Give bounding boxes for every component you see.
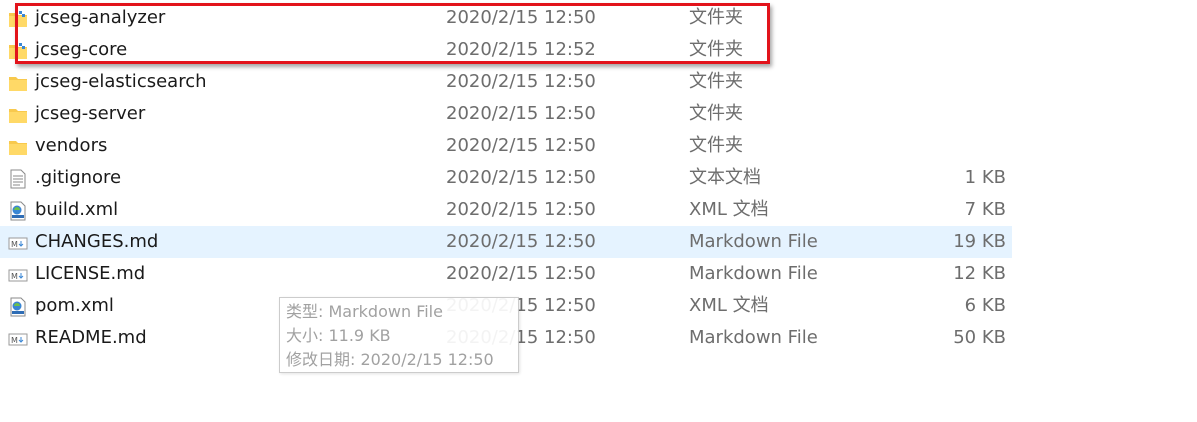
file-size: 19 KB	[953, 231, 1006, 252]
file-name: CHANGES.md	[35, 231, 159, 252]
file-type: Markdown File	[689, 231, 818, 252]
file-size: 12 KB	[953, 263, 1006, 284]
folder-icon	[8, 136, 28, 156]
folder-icon	[8, 8, 28, 28]
folder-icon	[8, 104, 28, 124]
file-row-build-xml[interactable]: build.xml 2020/2/15 12:50 XML 文档 7 KB	[0, 194, 1012, 226]
xml-file-icon	[8, 296, 28, 317]
file-row-jcseg-core[interactable]: jcseg-core 2020/2/15 12:52 文件夹	[0, 34, 1012, 66]
file-info-tooltip: 类型: Markdown File 大小: 11.9 KB 修改日期: 2020…	[279, 297, 519, 373]
svg-text:M: M	[11, 240, 18, 249]
file-type: 文件夹	[689, 71, 743, 92]
file-size: 7 KB	[964, 199, 1006, 220]
file-date: 2020/2/15 12:50	[446, 135, 596, 156]
file-name: jcseg-core	[35, 39, 128, 60]
file-type: Markdown File	[689, 263, 818, 284]
file-type: XML 文档	[689, 295, 769, 316]
xml-file-icon	[8, 200, 28, 221]
file-row-jcseg-server[interactable]: jcseg-server 2020/2/15 12:50 文件夹	[0, 98, 1012, 130]
file-row-changes-md[interactable]: M CHANGES.md 2020/2/15 12:50 Markdown Fi…	[0, 226, 1012, 258]
file-name: pom.xml	[35, 295, 114, 316]
file-date: 2020/2/15 12:50	[446, 167, 596, 188]
file-date: 2020/2/15 12:50	[446, 199, 596, 220]
file-row-license-md[interactable]: M LICENSE.md 2020/2/15 12:50 Markdown Fi…	[0, 258, 1012, 290]
file-name: jcseg-elasticsearch	[35, 71, 207, 92]
file-type: XML 文档	[689, 199, 769, 220]
file-row-jcseg-elasticsearch[interactable]: jcseg-elasticsearch 2020/2/15 12:50 文件夹	[0, 66, 1012, 98]
file-type: 文件夹	[689, 7, 743, 28]
file-date: 2020/2/15 12:50	[446, 7, 596, 28]
file-date: 2020/2/15 12:50	[446, 231, 596, 252]
file-row-gitignore[interactable]: .gitignore 2020/2/15 12:50 文本文档 1 KB	[0, 162, 1012, 194]
file-size: 6 KB	[964, 295, 1006, 316]
file-type: 文本文档	[689, 167, 761, 188]
folder-icon	[8, 40, 28, 60]
file-name: .gitignore	[35, 167, 122, 188]
file-name: vendors	[35, 135, 108, 156]
svg-text:M: M	[11, 272, 18, 281]
file-name: jcseg-server	[35, 103, 146, 124]
file-date: 2020/2/15 12:52	[446, 39, 596, 60]
file-date: 2020/2/15 12:50	[446, 103, 596, 124]
text-file-icon	[8, 168, 28, 189]
file-row-vendors[interactable]: vendors 2020/2/15 12:50 文件夹	[0, 130, 1012, 162]
markdown-file-icon: M	[8, 232, 28, 252]
file-size: 1 KB	[964, 167, 1006, 188]
file-name: LICENSE.md	[35, 263, 146, 284]
tooltip-modified: 修改日期: 2020/2/15 12:50	[286, 350, 494, 369]
markdown-file-icon: M	[8, 328, 28, 348]
file-name: build.xml	[35, 199, 119, 220]
file-date: 2020/2/15 12:50	[446, 263, 596, 284]
file-size: 50 KB	[953, 327, 1006, 348]
folder-icon	[8, 72, 28, 92]
markdown-file-icon: M	[8, 264, 28, 284]
file-date: 2020/2/15 12:50	[446, 71, 596, 92]
file-type: Markdown File	[689, 327, 818, 348]
file-type: 文件夹	[689, 135, 743, 156]
svg-text:M: M	[11, 336, 18, 345]
file-row-jcseg-analyzer[interactable]: jcseg-analyzer 2020/2/15 12:50 文件夹	[0, 2, 1012, 34]
tooltip-size: 大小: 11.9 KB	[286, 326, 391, 345]
tooltip-type: 类型: Markdown File	[286, 302, 443, 321]
file-name: jcseg-analyzer	[35, 7, 166, 28]
file-type: 文件夹	[689, 39, 743, 60]
file-name: README.md	[35, 327, 147, 348]
file-type: 文件夹	[689, 103, 743, 124]
